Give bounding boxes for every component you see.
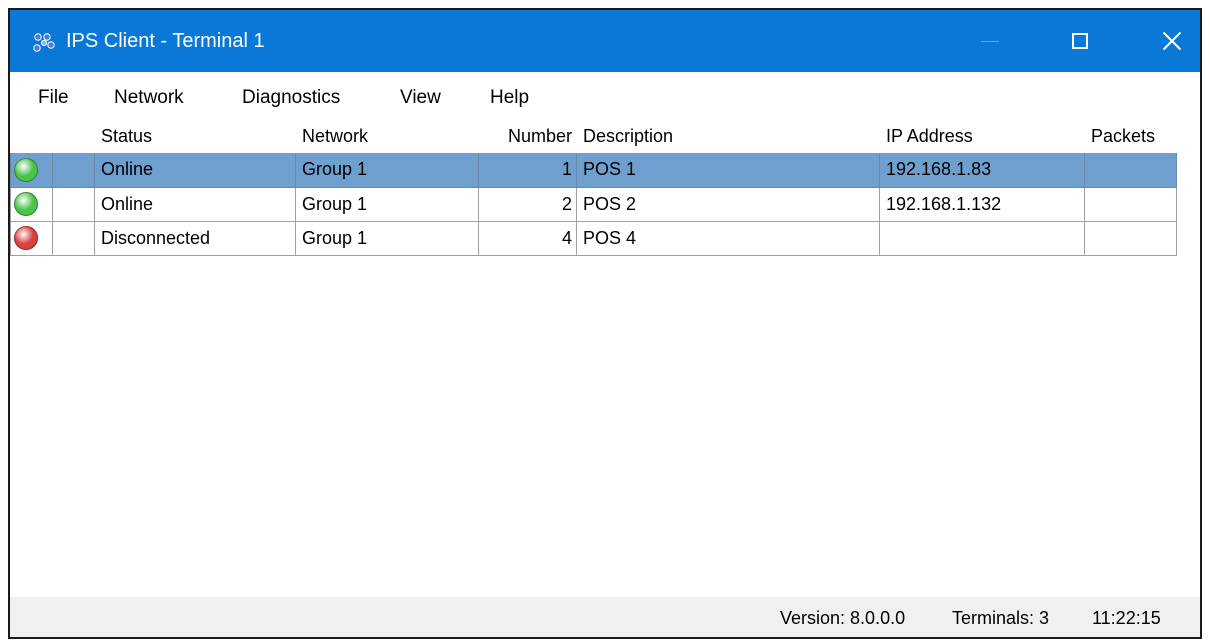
- number-cell: 2: [478, 187, 577, 222]
- network-cell: Group 1: [295, 153, 479, 188]
- table-row[interactable]: Online Group 1 1 POS 1 192.168.1.83: [10, 153, 1177, 188]
- menu-file[interactable]: File: [38, 86, 69, 110]
- version-label: Version: 8.0.0.0: [780, 608, 906, 628]
- menu-network[interactable]: Network: [114, 86, 184, 110]
- menu-view[interactable]: View: [400, 86, 441, 110]
- clock: 11:22:15: [1092, 608, 1161, 628]
- window-title: IPS Client - Terminal 1: [66, 30, 265, 52]
- app-window: IPS Client - Terminal 1 File Network Dia…: [8, 8, 1202, 639]
- ip-address-cell: 192.168.1.132: [879, 187, 1085, 222]
- column-header-status[interactable]: Status: [94, 120, 296, 153]
- description-cell: POS 1: [576, 153, 880, 188]
- column-header-number[interactable]: Number: [478, 120, 577, 153]
- status-cell: Online: [94, 187, 296, 222]
- description-cell: POS 4: [576, 221, 880, 256]
- packets-cell: [1084, 187, 1177, 222]
- maximize-button[interactable]: [1050, 10, 1110, 72]
- column-header-light[interactable]: [10, 120, 53, 153]
- menu-diagnostics[interactable]: Diagnostics: [242, 86, 340, 110]
- status-light-cell: [10, 221, 53, 256]
- blank-cell: [52, 187, 95, 222]
- column-header-ip-address[interactable]: IP Address: [879, 120, 1085, 153]
- table-row[interactable]: Online Group 1 2 POS 2 192.168.1.132: [10, 187, 1177, 222]
- menu-help[interactable]: Help: [490, 86, 529, 110]
- status-cell: Disconnected: [94, 221, 296, 256]
- packets-cell: [1084, 221, 1177, 256]
- packets-cell: [1084, 153, 1177, 188]
- column-header-packets[interactable]: Packets: [1084, 120, 1177, 153]
- status-light-cell: [10, 187, 53, 222]
- number-cell: 4: [478, 221, 577, 256]
- status-light-green-icon: [14, 157, 38, 182]
- description-cell: POS 2: [576, 187, 880, 222]
- network-nodes-icon: [33, 33, 55, 52]
- close-icon: [1162, 31, 1182, 51]
- number-cell: 1: [478, 153, 577, 188]
- ip-address-cell: 192.168.1.83: [879, 153, 1085, 188]
- title-bar[interactable]: IPS Client - Terminal 1: [10, 10, 1200, 72]
- status-light-cell: [10, 153, 53, 188]
- status-light-green-icon: [14, 192, 38, 216]
- blank-cell: [52, 153, 95, 188]
- blank-cell: [52, 221, 95, 256]
- close-button[interactable]: [1142, 10, 1200, 72]
- ip-address-cell: [879, 221, 1085, 256]
- column-header-description[interactable]: Description: [576, 120, 880, 153]
- minimize-icon: [981, 40, 999, 42]
- status-cell: Online: [94, 153, 296, 188]
- minimize-button[interactable]: [960, 10, 1020, 72]
- network-cell: Group 1: [295, 187, 479, 222]
- table-row[interactable]: Disconnected Group 1 4 POS 4: [10, 221, 1177, 256]
- maximize-icon: [1072, 33, 1088, 49]
- terminals-count: Terminals: 3: [952, 608, 1050, 628]
- column-header-blank[interactable]: [52, 120, 95, 153]
- status-light-red-icon: [14, 226, 38, 250]
- terminal-table: Status Network Number Description IP Add…: [10, 120, 1177, 256]
- column-header-network[interactable]: Network: [295, 120, 479, 153]
- menu-bar: File Network Diagnostics View Help: [10, 72, 1200, 120]
- table-header: Status Network Number Description IP Add…: [10, 120, 1177, 153]
- network-cell: Group 1: [295, 221, 479, 256]
- status-bar: Version: 8.0.0.0 Terminals: 3 11:22:15: [10, 597, 1200, 637]
- terminal-grid[interactable]: Status Network Number Description IP Add…: [10, 120, 1200, 597]
